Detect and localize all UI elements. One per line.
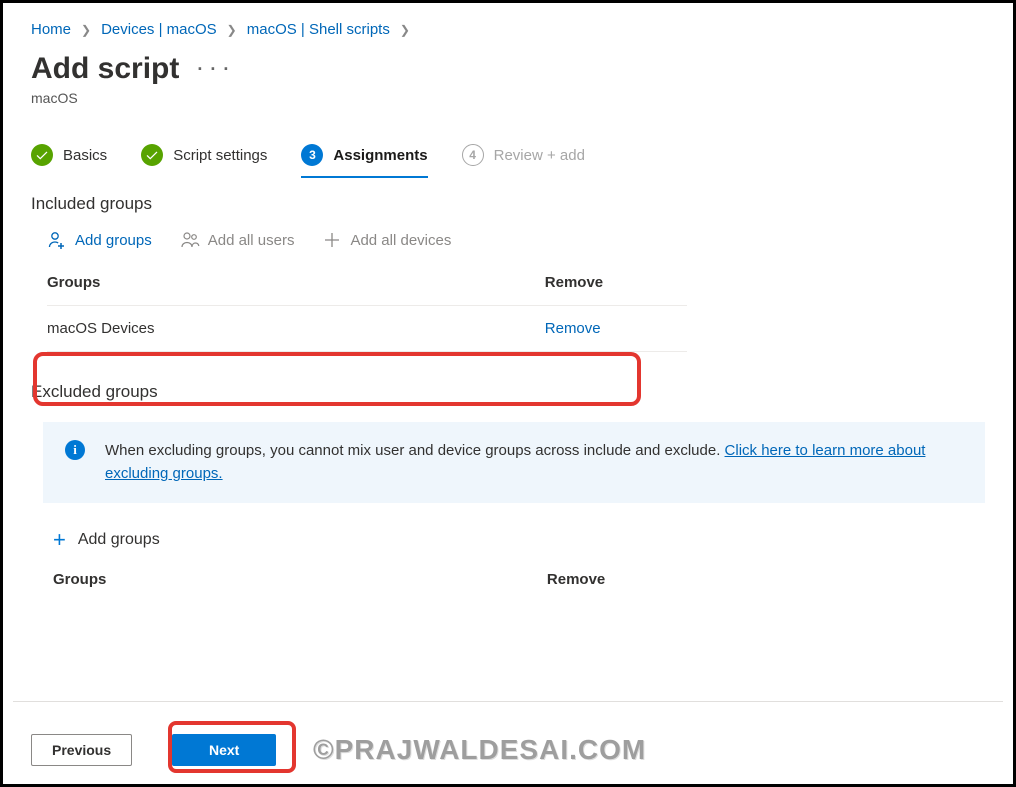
chevron-right-icon: ❯ bbox=[400, 23, 410, 37]
info-banner: i When excluding groups, you cannot mix … bbox=[43, 422, 985, 503]
add-all-devices-label: Add all devices bbox=[350, 232, 451, 249]
step-number-icon: 4 bbox=[462, 144, 484, 166]
step-number-icon: 3 bbox=[301, 144, 323, 166]
add-groups-label: Add groups bbox=[75, 232, 152, 249]
watermark-text: ©PRAJWALDESAI.COM bbox=[313, 734, 646, 766]
info-text: When excluding groups, you cannot mix us… bbox=[105, 442, 725, 459]
wizard-steps: Basics Script settings 3 Assignments 4 R… bbox=[31, 144, 985, 166]
step-review-add-label: Review + add bbox=[494, 147, 585, 164]
excluded-add-groups-button[interactable]: + Add groups bbox=[53, 527, 985, 553]
step-review-add[interactable]: 4 Review + add bbox=[462, 144, 585, 166]
page-title: Add script · · · bbox=[31, 52, 985, 86]
step-assignments-label: Assignments bbox=[333, 147, 427, 164]
excluded-groups-heading: Excluded groups bbox=[31, 382, 985, 402]
included-groups-table: Groups Remove macOS Devices Remove bbox=[47, 268, 687, 352]
add-all-users-label: Add all users bbox=[208, 232, 295, 249]
column-header-remove: Remove bbox=[545, 268, 687, 306]
plus-icon bbox=[322, 230, 342, 250]
excluded-add-groups-label: Add groups bbox=[78, 531, 160, 549]
title-text: Add script bbox=[31, 52, 179, 86]
check-icon bbox=[31, 144, 53, 166]
step-basics-label: Basics bbox=[63, 147, 107, 164]
person-add-icon bbox=[47, 230, 67, 250]
column-header-remove: Remove bbox=[547, 571, 687, 600]
breadcrumb-home[interactable]: Home bbox=[31, 21, 71, 38]
included-groups-heading: Included groups bbox=[31, 194, 985, 214]
check-icon bbox=[141, 144, 163, 166]
next-button[interactable]: Next bbox=[172, 734, 276, 766]
column-header-groups: Groups bbox=[53, 571, 543, 600]
add-all-devices-button[interactable]: Add all devices bbox=[322, 230, 451, 250]
add-all-users-button[interactable]: Add all users bbox=[180, 230, 295, 250]
step-script-settings-label: Script settings bbox=[173, 147, 267, 164]
page-subtitle: macOS bbox=[31, 90, 985, 106]
breadcrumb-shell-scripts[interactable]: macOS | Shell scripts bbox=[247, 21, 390, 38]
previous-button[interactable]: Previous bbox=[31, 734, 132, 766]
breadcrumb-devices[interactable]: Devices | macOS bbox=[101, 21, 217, 38]
footer-divider bbox=[13, 701, 1003, 702]
table-row: macOS Devices Remove bbox=[47, 306, 687, 352]
step-assignments[interactable]: 3 Assignments bbox=[301, 144, 427, 166]
info-icon: i bbox=[65, 440, 85, 460]
breadcrumb: Home ❯ Devices | macOS ❯ macOS | Shell s… bbox=[31, 21, 985, 38]
step-script-settings[interactable]: Script settings bbox=[141, 144, 267, 166]
add-groups-button[interactable]: Add groups bbox=[47, 230, 152, 250]
wizard-footer: Previous Next bbox=[31, 734, 276, 766]
more-actions-button[interactable]: · · · bbox=[197, 59, 230, 80]
plus-icon: + bbox=[53, 527, 66, 553]
column-header-groups: Groups bbox=[47, 268, 545, 306]
included-toolbar: Add groups Add all users Add all devices bbox=[47, 230, 985, 250]
group-name-cell: macOS Devices bbox=[47, 306, 545, 352]
chevron-right-icon: ❯ bbox=[227, 23, 237, 37]
people-icon bbox=[180, 230, 200, 250]
excluded-groups-table: Groups Remove bbox=[53, 571, 693, 600]
step-basics[interactable]: Basics bbox=[31, 144, 107, 166]
remove-group-link[interactable]: Remove bbox=[545, 320, 601, 337]
chevron-right-icon: ❯ bbox=[81, 23, 91, 37]
